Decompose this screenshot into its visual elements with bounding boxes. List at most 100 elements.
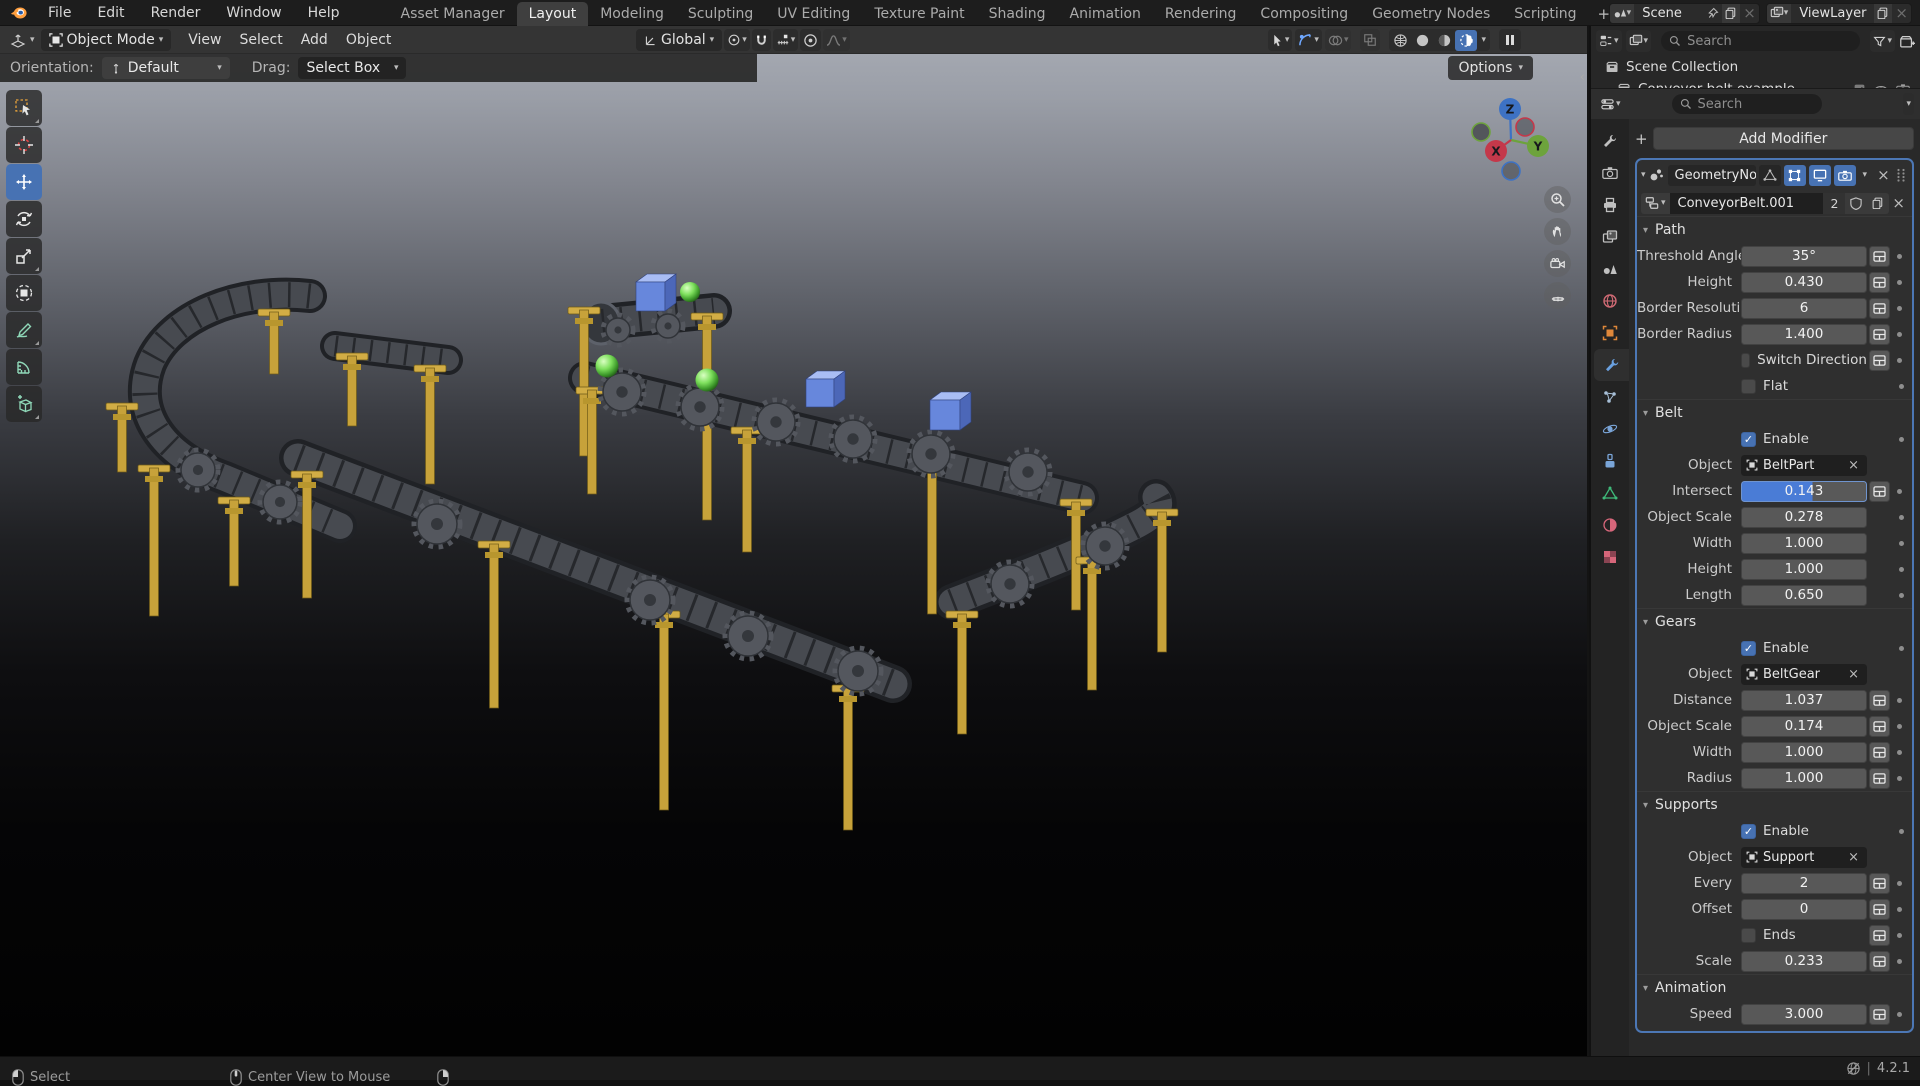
section-header-gears[interactable]: ▾Gears xyxy=(1637,608,1912,635)
modifier-expand-icon[interactable]: ▾ xyxy=(1641,170,1646,180)
modifier-edit-mode-toggle[interactable] xyxy=(1759,165,1781,186)
properties-search-input[interactable]: Search xyxy=(1672,94,1822,114)
modifier-name-field[interactable]: GeometryNo... xyxy=(1668,165,1756,186)
value-field-speed[interactable]: 3.000 xyxy=(1741,1004,1867,1025)
show-overlays-dropdown[interactable]: ▾ xyxy=(1325,29,1352,51)
modifier-render-toggle[interactable] xyxy=(1834,165,1856,186)
properties-tab-physics[interactable] xyxy=(1591,413,1629,445)
remove-viewlayer-icon[interactable]: × xyxy=(1892,4,1911,22)
outliner-display-mode-dropdown[interactable]: ▾ xyxy=(1596,30,1622,52)
outliner-filter-dropdown[interactable]: ▾ xyxy=(1870,30,1895,52)
move-tool-button[interactable] xyxy=(6,164,42,200)
value-field-every[interactable]: 2 xyxy=(1741,873,1867,894)
animate-property-dot[interactable] xyxy=(1897,776,1902,781)
input-attribute-toggle[interactable] xyxy=(1869,873,1890,894)
input-attribute-toggle[interactable] xyxy=(1869,716,1890,737)
animate-property-dot[interactable] xyxy=(1899,829,1904,834)
pan-button[interactable] xyxy=(1544,218,1571,245)
selectability-dropdown[interactable]: ▾ xyxy=(1268,29,1293,51)
viewport-menu-select[interactable]: Select xyxy=(231,26,292,54)
section-header-animation[interactable]: ▾Animation xyxy=(1637,974,1912,1001)
axis-neg-z[interactable] xyxy=(1502,162,1520,180)
node-group-users-count[interactable]: 2 xyxy=(1823,193,1845,214)
workspace-tab-shading[interactable]: Shading xyxy=(977,2,1058,26)
checkbox-flat[interactable] xyxy=(1741,379,1756,394)
clear-object-icon[interactable]: × xyxy=(1845,667,1862,682)
value-field-height[interactable]: 1.000 xyxy=(1741,559,1867,580)
input-attribute-toggle[interactable] xyxy=(1869,899,1890,920)
value-field-height[interactable]: 0.430 xyxy=(1741,272,1867,293)
new-collection-button[interactable] xyxy=(1899,34,1915,49)
clear-object-icon[interactable]: × xyxy=(1845,458,1862,473)
properties-tab-view-layer[interactable] xyxy=(1591,221,1629,253)
viewport-3d[interactable]: ▾ Object Mode ▾ ViewSelectAddObject Glob… xyxy=(0,26,1589,1056)
properties-tab-tool[interactable] xyxy=(1591,125,1629,157)
value-field-object-scale[interactable]: 0.174 xyxy=(1741,716,1867,737)
section-header-belt[interactable]: ▾Belt xyxy=(1637,399,1912,426)
cursor-tool-button[interactable] xyxy=(6,127,42,163)
value-field-radius[interactable]: 1.000 xyxy=(1741,768,1867,789)
animate-property-dot[interactable] xyxy=(1897,907,1902,912)
shading-wireframe-toggle[interactable] xyxy=(1389,30,1411,51)
modifier-realtime-toggle[interactable] xyxy=(1809,165,1831,186)
ortho-grid-button[interactable] xyxy=(1544,282,1571,309)
value-field-border-resolution[interactable]: 6 xyxy=(1741,298,1867,319)
modifier-extras-dropdown[interactable]: ▾ xyxy=(1859,170,1872,180)
input-attribute-toggle[interactable] xyxy=(1869,1004,1890,1025)
animate-property-dot[interactable] xyxy=(1899,567,1904,572)
snap-toggle[interactable] xyxy=(752,29,771,51)
editor-type-dropdown[interactable]: ▾ xyxy=(4,29,41,51)
menu-render[interactable]: Render xyxy=(138,0,214,26)
animate-property-dot[interactable] xyxy=(1897,254,1902,259)
workspace-tab-sculpting[interactable]: Sculpting xyxy=(676,2,765,26)
animate-property-dot[interactable] xyxy=(1899,515,1904,520)
add-modifier-button[interactable]: Add Modifier xyxy=(1653,127,1914,150)
input-attribute-toggle[interactable] xyxy=(1869,298,1890,319)
viewlayer-selector[interactable]: ▾ ViewLayer × xyxy=(1766,3,1912,24)
input-attribute-toggle[interactable] xyxy=(1869,690,1890,711)
object-field-beltgear[interactable]: BeltGear× xyxy=(1741,664,1867,685)
input-attribute-toggle[interactable] xyxy=(1869,481,1890,502)
value-field-offset[interactable]: 0 xyxy=(1741,899,1867,920)
workspace-tab-layout[interactable]: Layout xyxy=(517,2,589,26)
animate-property-dot[interactable] xyxy=(1897,724,1902,729)
fake-user-shield-icon[interactable] xyxy=(1845,193,1867,214)
scene-browse-icon[interactable]: ▾ xyxy=(1610,4,1635,23)
scene-name[interactable]: Scene xyxy=(1634,6,1704,21)
section-header-supports[interactable]: ▾Supports xyxy=(1637,791,1912,818)
animate-property-dot[interactable] xyxy=(1897,750,1902,755)
menu-file[interactable]: File xyxy=(35,0,84,26)
xray-toggle[interactable] xyxy=(1360,29,1380,51)
new-scene-icon[interactable] xyxy=(1722,3,1740,24)
tweak-select-tool-button[interactable] xyxy=(6,90,42,126)
menu-window[interactable]: Window xyxy=(213,0,294,26)
value-field-threshold-angle[interactable]: 35° xyxy=(1741,246,1867,267)
workspace-tab-geometry-nodes[interactable]: Geometry Nodes xyxy=(1360,2,1502,26)
animate-property-dot[interactable] xyxy=(1899,437,1904,442)
checkbox-ends[interactable] xyxy=(1741,928,1756,943)
axis-neg-y[interactable] xyxy=(1472,123,1490,141)
unlink-node-group-button[interactable]: × xyxy=(1889,194,1908,212)
checkbox-enable[interactable]: ✓ xyxy=(1741,824,1756,839)
animate-property-dot[interactable] xyxy=(1897,332,1902,337)
checkbox-switch-direction[interactable] xyxy=(1741,353,1750,368)
proportional-editing-toggle[interactable] xyxy=(800,29,821,51)
modifier-close-button[interactable]: × xyxy=(1874,166,1893,184)
new-viewlayer-icon[interactable] xyxy=(1874,3,1892,24)
object-field-beltpart[interactable]: BeltPart× xyxy=(1741,455,1867,476)
input-attribute-toggle[interactable] xyxy=(1869,272,1890,293)
pause-button[interactable] xyxy=(1499,29,1521,51)
section-header-path[interactable]: ▾Path xyxy=(1637,216,1912,243)
outliner-item-scene-collection[interactable]: Scene Collection xyxy=(1591,56,1920,78)
viewport-menu-object[interactable]: Object xyxy=(337,26,401,54)
rotate-tool-button[interactable] xyxy=(6,201,42,237)
pin-icon[interactable] xyxy=(1704,7,1722,19)
animate-property-dot[interactable] xyxy=(1899,646,1904,651)
workspace-tab-compositing[interactable]: Compositing xyxy=(1248,2,1360,26)
workspace-tab-rendering[interactable]: Rendering xyxy=(1153,2,1249,26)
properties-tab-object[interactable] xyxy=(1591,317,1629,349)
transform-orientation-dropdown[interactable]: Global ▾ xyxy=(636,29,722,51)
input-attribute-toggle[interactable] xyxy=(1869,768,1890,789)
node-group-name-field[interactable]: ConveyorBelt.001 xyxy=(1670,193,1824,214)
camera-view-button[interactable] xyxy=(1544,250,1571,277)
